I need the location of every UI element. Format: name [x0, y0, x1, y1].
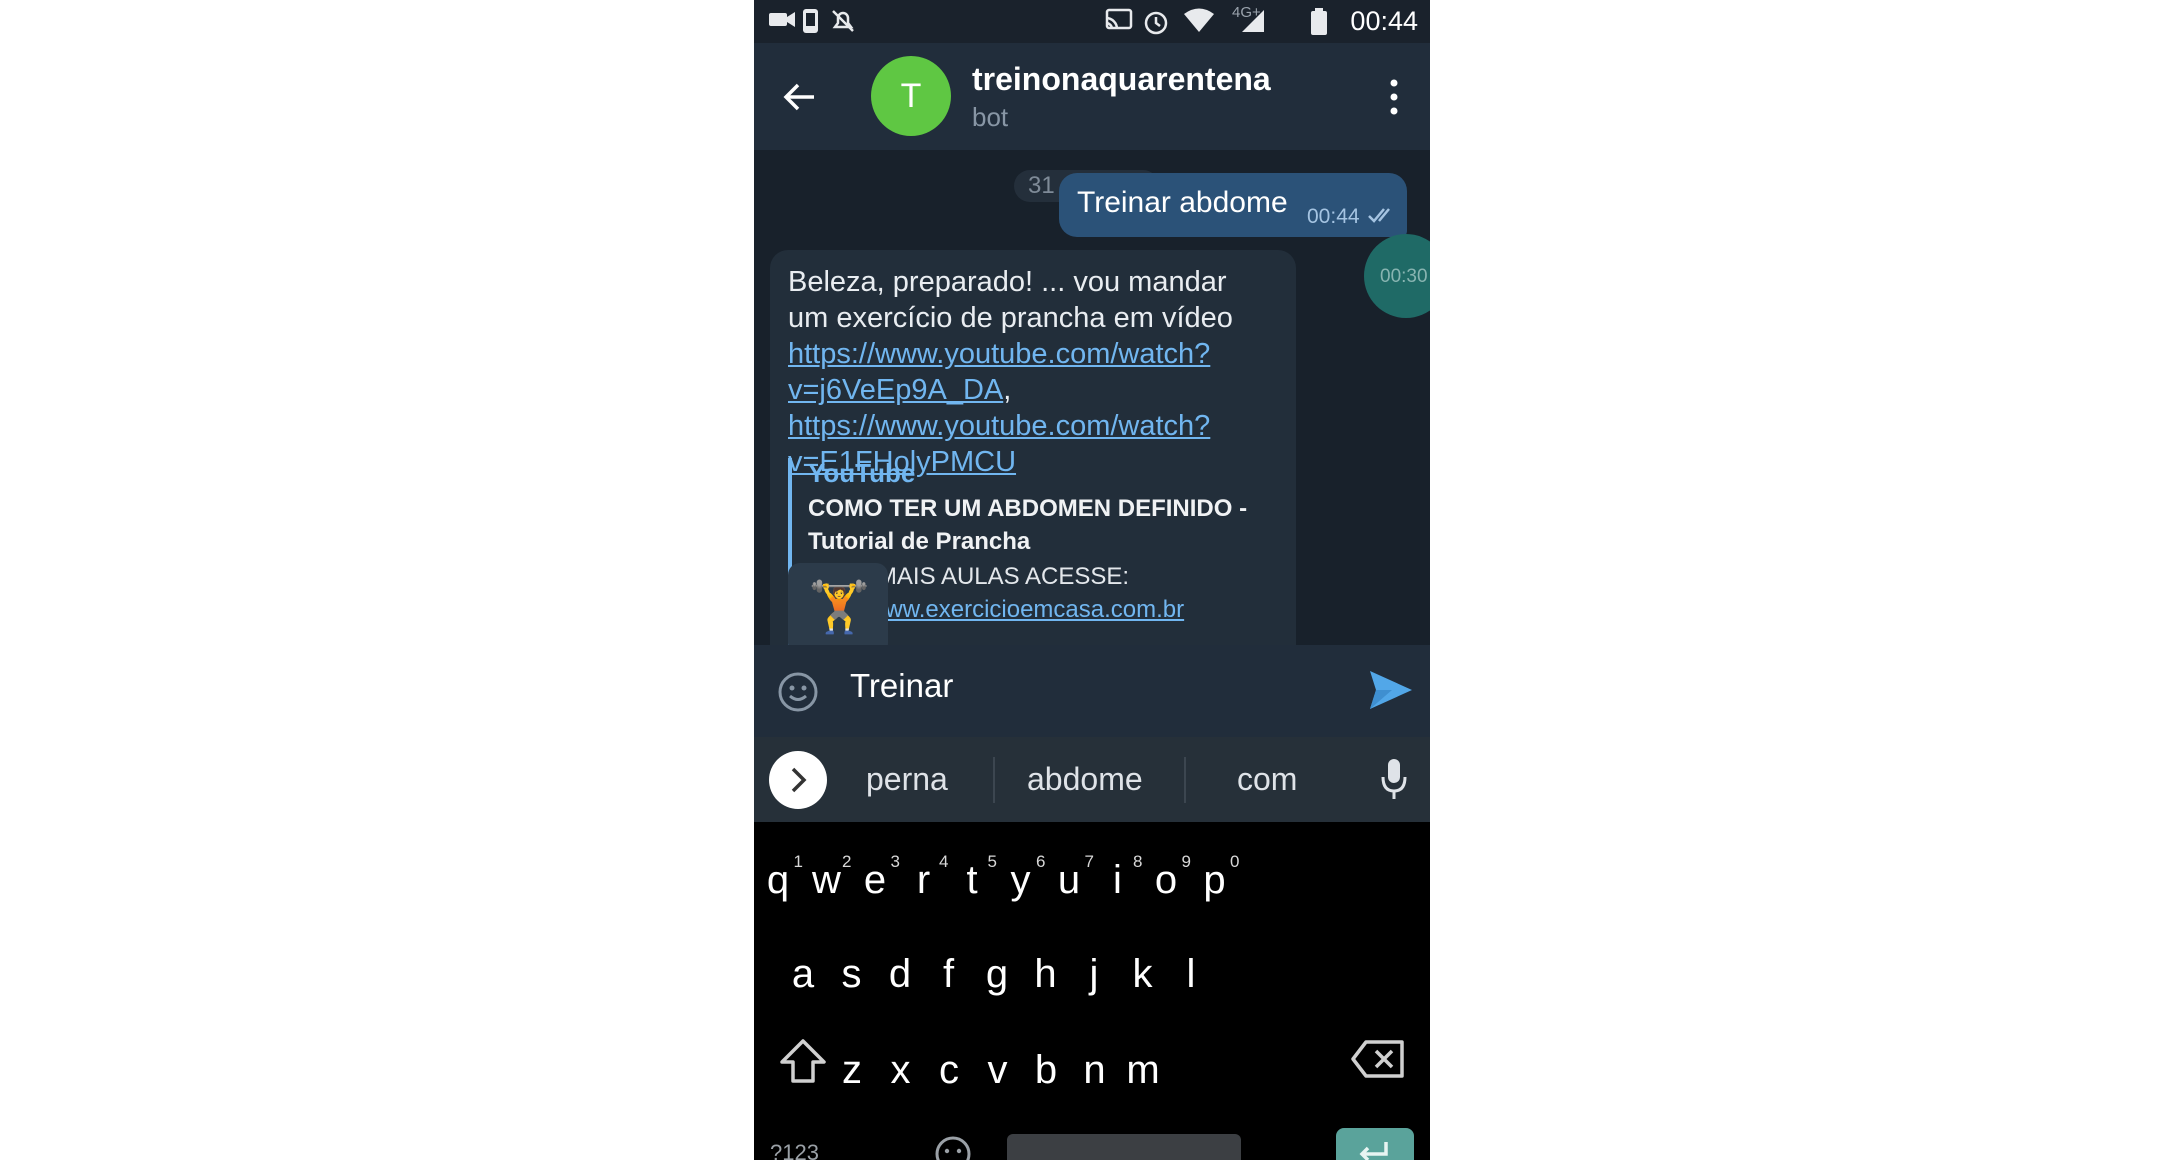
- shift-key-icon[interactable]: [778, 1037, 828, 1085]
- message-time: 00:44: [1307, 205, 1360, 228]
- video-duration: 00:30: [1380, 266, 1428, 287]
- key-p[interactable]: p0: [1182, 840, 1248, 920]
- notifications-off-icon: [832, 10, 854, 32]
- alarm-icon: [1144, 11, 1168, 35]
- keyboard-emoji-icon[interactable]: [934, 1135, 972, 1160]
- suggestion-2[interactable]: abdome: [1027, 761, 1143, 798]
- avatar[interactable]: T: [871, 56, 951, 136]
- preview-title: COMO TER UM ABDOMEN DEFINIDO - Tutorial …: [808, 495, 1248, 555]
- divider: [993, 757, 995, 803]
- more-vert-icon[interactable]: [1382, 75, 1406, 119]
- suggestion-1[interactable]: perna: [866, 761, 948, 798]
- keyboard: q1w2e3r4t5y6u7i8o9p0 asdfghjkl zxcvbnm ?…: [754, 822, 1430, 1160]
- symbols-key[interactable]: ?123: [770, 1140, 819, 1160]
- double-check-icon: [1368, 208, 1390, 223]
- outgoing-message-text: Treinar abdome: [1077, 186, 1288, 219]
- signal-icon: [1242, 10, 1264, 32]
- key-l[interactable]: l: [1158, 934, 1224, 1014]
- divider: [1184, 757, 1186, 803]
- link-separator: ,: [1003, 374, 1012, 406]
- phone-screen: 4G+ 00:44 T treinonaquarentena bot 31 de…: [754, 0, 1430, 1160]
- back-arrow-icon[interactable]: [778, 74, 824, 120]
- enter-icon: [1359, 1142, 1388, 1160]
- key-label: m: [1126, 1048, 1160, 1092]
- outgoing-message[interactable]: Treinar abdome 00:44: [1059, 173, 1407, 237]
- space-key[interactable]: [1007, 1134, 1241, 1160]
- compose-bar: Treinar: [754, 645, 1430, 737]
- chevron-right-icon: [791, 767, 807, 793]
- key-number-hint: 0: [1230, 852, 1240, 871]
- message-list[interactable]: 31 de julho Treinar abdome 00:44 00:30 B…: [754, 150, 1430, 645]
- expand-suggestions-button[interactable]: [769, 751, 827, 809]
- backspace-key-icon[interactable]: [1350, 1038, 1406, 1080]
- status-time: 00:44: [1350, 6, 1418, 36]
- cast-icon: [1105, 8, 1133, 30]
- incoming-message-text: Beleza, preparado! ... vou mandar um exe…: [788, 264, 1288, 480]
- key-m[interactable]: m: [1110, 1030, 1176, 1110]
- youtube-link[interactable]: https://www.youtube.com/watch?v=j6VeEp9A…: [788, 338, 1210, 406]
- chat-title[interactable]: treinonaquarentena: [972, 61, 1271, 98]
- video-camera-icon: [769, 12, 795, 27]
- status-bar: 4G+ 00:44: [754, 0, 1430, 43]
- suggestion-strip: perna abdome com: [754, 737, 1430, 822]
- battery-icon: [1311, 8, 1327, 35]
- message-line: Beleza, preparado! ... vou mandar: [788, 266, 1227, 298]
- phone-icon: [803, 9, 818, 33]
- emoji-icon[interactable]: [776, 670, 820, 714]
- microphone-icon[interactable]: [1380, 757, 1408, 801]
- suggestion-3[interactable]: com: [1237, 761, 1297, 798]
- weightlifter-sticker: 🏋️: [808, 579, 871, 635]
- sticker-suggestion[interactable]: 🏋️: [788, 563, 888, 645]
- message-line: um exercício de prancha em vídeo: [788, 302, 1233, 334]
- chat-header: T treinonaquarentena bot: [754, 43, 1430, 150]
- key-label: l: [1186, 952, 1196, 996]
- preview-site: YouTube: [808, 458, 916, 488]
- enter-key[interactable]: [1336, 1128, 1414, 1160]
- message-input[interactable]: Treinar: [850, 667, 953, 705]
- send-icon[interactable]: [1368, 669, 1414, 711]
- chat-subtitle: bot: [972, 102, 1009, 132]
- wifi-icon: [1184, 8, 1214, 32]
